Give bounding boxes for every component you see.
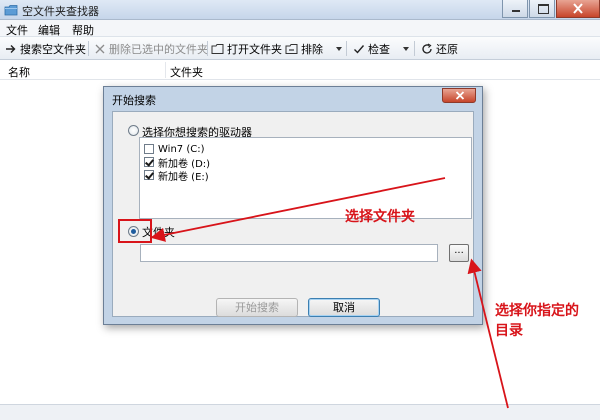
drive-list[interactable]: Win7 (C:) 新加卷 (D:) 新加卷 (E:)	[139, 137, 472, 219]
drive-item[interactable]: 新加卷 (D:)	[144, 156, 210, 170]
column-folder[interactable]: 文件夹	[170, 64, 203, 80]
menu-help[interactable]: 帮助	[72, 22, 94, 38]
dialog-close-button[interactable]	[442, 88, 476, 103]
annotation-highlight-box	[118, 219, 152, 243]
window-title: 空文件夹查找器	[22, 5, 99, 18]
exclude-button[interactable]: 排除	[285, 40, 323, 57]
close-button[interactable]	[556, 0, 600, 18]
minimize-button[interactable]	[502, 0, 528, 18]
drive-item[interactable]: Win7 (C:)	[144, 143, 204, 155]
checkmark-icon	[352, 42, 365, 55]
menu-file[interactable]: 文件	[6, 22, 28, 38]
check-button[interactable]: 检查	[352, 40, 390, 57]
annotation-select-dir-line2: 目录	[495, 323, 523, 339]
browse-button[interactable]: ...	[449, 244, 469, 262]
drive-checkbox[interactable]	[144, 157, 154, 167]
folder-exclude-icon	[285, 42, 298, 55]
search-empty-folders-button[interactable]: 搜索空文件夹	[4, 40, 86, 57]
column-name[interactable]: 名称	[8, 64, 30, 80]
close-icon	[573, 3, 583, 14]
annotation-select-folder: 选择文件夹	[345, 209, 415, 225]
folder-path-input[interactable]	[140, 244, 438, 262]
menu-bar: 文件 编辑 帮助	[0, 20, 600, 37]
start-search-button[interactable]: 开始搜索	[216, 298, 298, 317]
dialog-title: 开始搜索	[112, 94, 156, 107]
drive-checkbox[interactable]	[144, 170, 154, 180]
exclude-dropdown-icon[interactable]	[336, 47, 342, 51]
drive-checkbox[interactable]	[144, 144, 154, 154]
open-folder-button[interactable]: 打开文件夹	[211, 40, 282, 57]
toolbar: 搜索空文件夹 删除已选中的文件夹 打开文件夹 排除 检查 还原	[0, 37, 600, 60]
arrow-right-icon	[4, 42, 17, 55]
list-header: 名称 文件夹	[0, 60, 600, 80]
title-bar: 空文件夹查找器	[0, 0, 600, 20]
close-icon	[455, 91, 465, 100]
restore-button[interactable]: 还原	[420, 40, 458, 57]
app-folder-icon	[4, 5, 18, 16]
status-bar	[0, 404, 600, 420]
refresh-icon	[420, 42, 433, 55]
cancel-button[interactable]: 取消	[308, 298, 380, 317]
check-dropdown-icon[interactable]	[403, 47, 409, 51]
folder-icon	[211, 42, 224, 55]
maximize-button[interactable]	[529, 0, 555, 18]
menu-edit[interactable]: 编辑	[38, 22, 60, 38]
drive-item[interactable]: 新加卷 (E:)	[144, 169, 209, 183]
radio-select-drives[interactable]	[128, 125, 139, 136]
annotation-select-dir-line1: 选择你指定的	[495, 303, 579, 319]
delete-selected-button[interactable]: 删除已选中的文件夹	[93, 40, 208, 57]
x-icon	[93, 42, 106, 55]
